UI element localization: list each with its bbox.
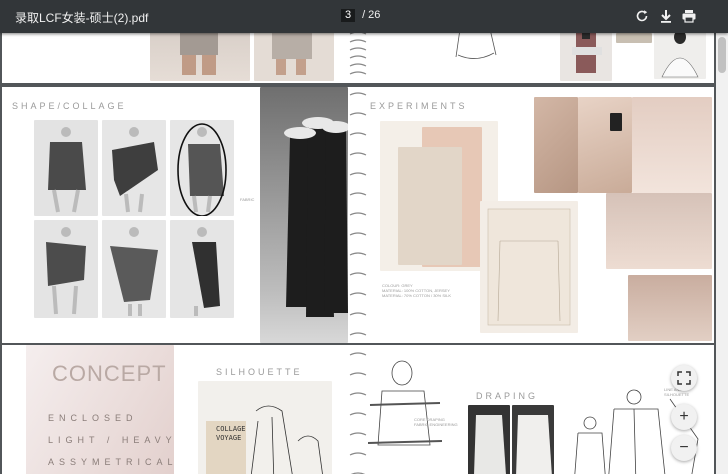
- sketch-note-1: COLLAGE: [216, 425, 246, 433]
- spiral-binding-3: [348, 345, 368, 474]
- concept-line-3: ASSYMETRICAL: [48, 457, 178, 467]
- scrollbar-thumb[interactable]: [718, 37, 726, 73]
- draping-title: DRAPING: [476, 391, 539, 401]
- collage-photo-2: [102, 120, 166, 216]
- rotate-icon[interactable]: [634, 8, 650, 24]
- spiral-binding-1: [348, 33, 368, 83]
- silhouette-title: SILHOUETTE: [216, 367, 303, 377]
- photo-drape-2: [606, 193, 712, 269]
- vertical-scrollbar[interactable]: [716, 33, 728, 474]
- collage-caption: FABRIC: [240, 197, 255, 202]
- concept-line-1: ENCLOSED: [48, 413, 138, 423]
- print-icon[interactable]: [681, 8, 697, 24]
- photo-hands-1: [534, 97, 578, 193]
- photo-hands-2: [578, 97, 632, 193]
- zoom-out-button[interactable]: −: [671, 435, 697, 461]
- photo-monk: [654, 33, 706, 79]
- collage-photo-4: [34, 220, 98, 318]
- concept-title: CONCEPT: [52, 361, 167, 386]
- page-indicator: 3 / 26: [341, 9, 380, 22]
- shape-collage-title: SHAPE/COLLAGE: [12, 101, 127, 111]
- pdf-page-3: SHAPE/COLLAGE FABRIC EXPERIMENTS COLOUR:…: [2, 87, 714, 343]
- sketch-note-2: VOYAGE: [216, 434, 242, 442]
- pdf-page-2-bottom: [2, 33, 714, 83]
- binder-clip: [610, 113, 622, 131]
- pdf-viewer[interactable]: SHAPE/COLLAGE FABRIC EXPERIMENTS COLOUR:…: [0, 33, 716, 474]
- sketch-figure-1: [455, 33, 497, 59]
- concept-line-2: LIGHT / HEAVY: [48, 435, 177, 445]
- zoom-in-button[interactable]: +: [671, 404, 697, 430]
- fit-to-page-icon: [677, 371, 691, 385]
- photo-drape-3: [628, 275, 712, 341]
- photo-feet-1: [150, 33, 250, 81]
- document-title: 录取LCF女装-硕士(2).pdf: [15, 11, 149, 25]
- draping-caption-2: FABRIC ENGINEERING: [414, 422, 458, 427]
- total-pages: / 26: [362, 9, 381, 21]
- photo-small-1: [616, 33, 652, 43]
- draping-caption-4: SILHOUETTE: [664, 392, 690, 397]
- pdf-page-4: CONCEPT ENCLOSED LIGHT / HEAVY ASSYMETRI…: [2, 345, 714, 474]
- collage-photo-5: [102, 220, 166, 318]
- torso-sketch: [368, 360, 443, 474]
- draping-photo-2: [512, 405, 554, 474]
- fit-to-page-button[interactable]: [671, 365, 697, 391]
- photo-drape-1: [632, 97, 712, 193]
- spiral-binding-2: [348, 87, 368, 343]
- collage-photo-3: [170, 120, 234, 217]
- collage-photo-1: [34, 120, 98, 216]
- photo-feet-2: [254, 33, 334, 81]
- photo-kimono-1: [560, 33, 612, 81]
- page-number-input[interactable]: 3: [341, 9, 355, 22]
- experiments-title: EXPERIMENTS: [370, 101, 468, 111]
- fabric-label-3: MATERIAL: 70% COTTON / 30% SILK: [382, 293, 451, 298]
- pdf-toolbar: 录取LCF女装-硕士(2).pdf 3 / 26: [0, 0, 728, 33]
- draping-photo-1: [468, 405, 510, 474]
- collage-photo-6: [170, 220, 234, 318]
- fabric-pattern-board: [480, 201, 578, 333]
- photo-monks: [260, 87, 350, 343]
- fabric-swatch-beige: [398, 147, 462, 265]
- download-icon[interactable]: [658, 8, 674, 24]
